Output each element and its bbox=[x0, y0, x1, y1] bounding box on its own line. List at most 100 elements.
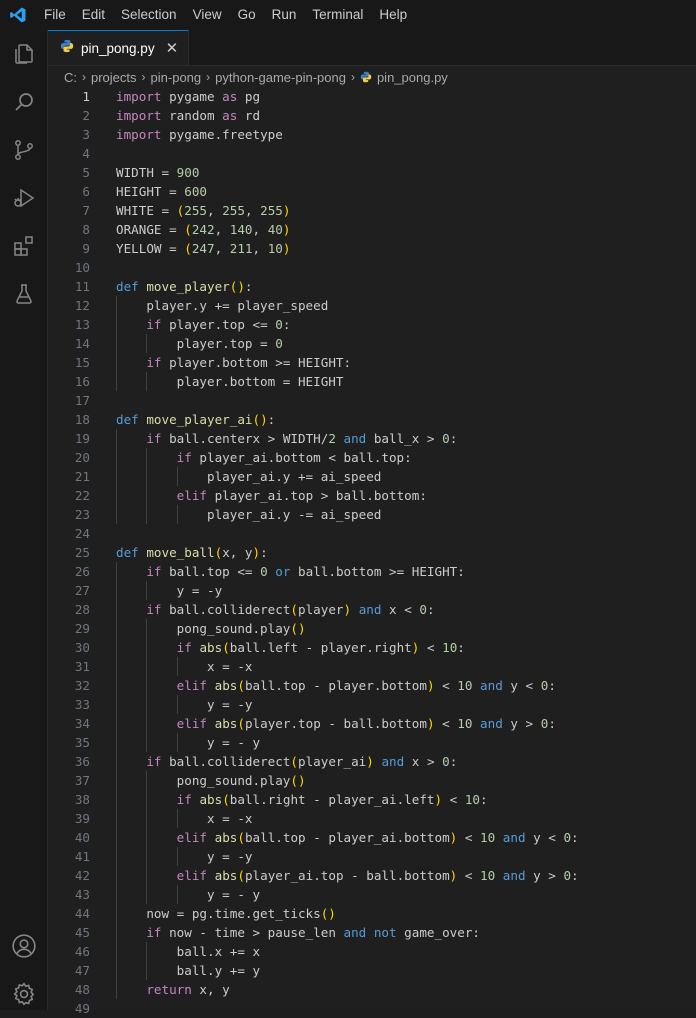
explorer-icon[interactable] bbox=[0, 30, 48, 78]
code-token: x = -x bbox=[116, 811, 253, 826]
close-icon[interactable]: ✕ bbox=[166, 39, 179, 57]
code-text: pong_sound.play() bbox=[116, 619, 306, 638]
menu-view[interactable]: View bbox=[185, 0, 230, 30]
code-line: 16 player.bottom = HEIGHT bbox=[48, 372, 696, 391]
line-number: 31 bbox=[74, 659, 90, 674]
code-token: 10 bbox=[457, 716, 473, 731]
code-text: import random as rd bbox=[116, 106, 260, 125]
code-line: 37 pong_sound.play() bbox=[48, 771, 696, 790]
run-debug-icon[interactable] bbox=[0, 174, 48, 222]
line-number: 16 bbox=[74, 374, 90, 389]
line-number: 45 bbox=[74, 925, 90, 940]
line-number: 37 bbox=[74, 773, 90, 788]
line-number: 46 bbox=[74, 944, 90, 959]
testing-icon[interactable] bbox=[0, 270, 48, 318]
code-token: abs bbox=[199, 792, 223, 807]
code-text: import pygame.freetype bbox=[116, 125, 283, 144]
line-number: 49 bbox=[74, 1001, 90, 1016]
code-token: < bbox=[434, 716, 458, 731]
code-token: 255 bbox=[222, 203, 245, 218]
code-token: ) bbox=[366, 754, 374, 769]
code-text: def move_ball(x, y): bbox=[116, 543, 268, 562]
code-line: 44 now = pg.time.get_ticks() bbox=[48, 904, 696, 923]
code-token: ) bbox=[282, 241, 291, 256]
code-line: 29 pong_sound.play() bbox=[48, 619, 696, 638]
code-token: 140 bbox=[229, 222, 253, 237]
code-token: and bbox=[381, 754, 405, 769]
code-token: ( bbox=[184, 222, 192, 237]
line-number: 4 bbox=[82, 146, 90, 161]
breadcrumb-separator-icon: › bbox=[206, 70, 211, 84]
code-token: if bbox=[146, 602, 162, 617]
menu-help[interactable]: Help bbox=[371, 0, 415, 30]
code-text: if ball.top <= 0 or ball.bottom >= HEIGH… bbox=[116, 562, 465, 581]
menu-run[interactable]: Run bbox=[264, 0, 305, 30]
code-text: if abs(ball.right - player_ai.left) < 10… bbox=[116, 790, 488, 809]
code-token: ORANGE = bbox=[116, 222, 185, 237]
code-token: rd bbox=[237, 108, 261, 123]
line-number: 17 bbox=[74, 393, 90, 408]
code-line: 43 y = - y bbox=[48, 885, 696, 904]
breadcrumb-item[interactable]: pin-pong bbox=[151, 70, 202, 85]
breadcrumb-item[interactable]: projects bbox=[91, 70, 137, 85]
line-number: 21 bbox=[74, 469, 90, 484]
code-token: ball.colliderect bbox=[161, 602, 291, 617]
code-token: ball.top <= bbox=[161, 564, 261, 579]
breadcrumb-item[interactable]: python-game-pin-pong bbox=[215, 70, 346, 85]
code-token: import bbox=[116, 89, 162, 104]
code-line: 4 bbox=[48, 144, 696, 163]
code-line: 42 elif abs(player_ai.top - ball.bottom)… bbox=[48, 866, 696, 885]
menu-bar: File Edit Selection View Go Run Terminal Help bbox=[36, 0, 415, 30]
settings-gear-icon[interactable] bbox=[0, 970, 48, 1018]
code-token: 211 bbox=[229, 241, 253, 256]
code-line: 49 bbox=[48, 999, 696, 1018]
code-token: abs bbox=[214, 716, 238, 731]
code-token: () bbox=[252, 412, 268, 427]
code-token: ( bbox=[222, 640, 230, 655]
source-control-icon[interactable] bbox=[0, 126, 48, 174]
menu-edit[interactable]: Edit bbox=[74, 0, 113, 30]
line-number: 18 bbox=[74, 412, 90, 427]
code-token: 2 bbox=[328, 431, 336, 446]
code-token: ball.x += x bbox=[116, 944, 261, 959]
code-line: 18 def move_player_ai(): bbox=[48, 410, 696, 429]
tab-pin-pong[interactable]: pin_pong.py ✕ bbox=[48, 30, 190, 65]
activity-bar bbox=[0, 30, 48, 1010]
line-number: 7 bbox=[82, 203, 90, 218]
code-token: x, y bbox=[222, 545, 253, 560]
code-text: ball.x += x bbox=[116, 942, 260, 961]
code-text: HEIGHT = 600 bbox=[116, 182, 207, 201]
code-editor[interactable]: 1 import pygame as pg 2 import random as rd… bbox=[48, 86, 696, 1016]
menu-selection[interactable]: Selection bbox=[113, 0, 185, 30]
extensions-icon[interactable] bbox=[0, 222, 48, 270]
code-token: 10 bbox=[480, 868, 496, 883]
code-token: ) bbox=[343, 602, 352, 617]
code-token: player.top - ball.bottom bbox=[244, 716, 427, 731]
menu-terminal[interactable]: Terminal bbox=[304, 0, 371, 30]
menu-file[interactable]: File bbox=[36, 0, 74, 30]
code-line: 17 bbox=[48, 391, 696, 410]
line-number: 26 bbox=[74, 564, 90, 579]
code-token: def bbox=[116, 279, 139, 294]
search-icon[interactable] bbox=[0, 78, 48, 126]
code-text: y = - y bbox=[116, 733, 260, 752]
menu-go[interactable]: Go bbox=[230, 0, 264, 30]
code-token: if bbox=[146, 355, 162, 370]
code-token: y < bbox=[525, 830, 564, 845]
breadcrumb-item[interactable]: pin_pong.py bbox=[377, 70, 448, 85]
code-token: 242 bbox=[191, 222, 215, 237]
code-token: elif bbox=[176, 678, 208, 693]
breadcrumb-item[interactable]: C: bbox=[64, 70, 77, 85]
account-icon[interactable] bbox=[0, 922, 48, 970]
code-token: player_ai.y -= ai_speed bbox=[116, 507, 382, 522]
code-token: elif bbox=[176, 868, 208, 883]
code-token: player bbox=[298, 602, 344, 617]
code-text: WHITE = (255, 255, 255) bbox=[116, 201, 290, 220]
code-line: 9 YELLOW = (247, 211, 10) bbox=[48, 239, 696, 258]
code-text: y = -y bbox=[116, 581, 223, 600]
